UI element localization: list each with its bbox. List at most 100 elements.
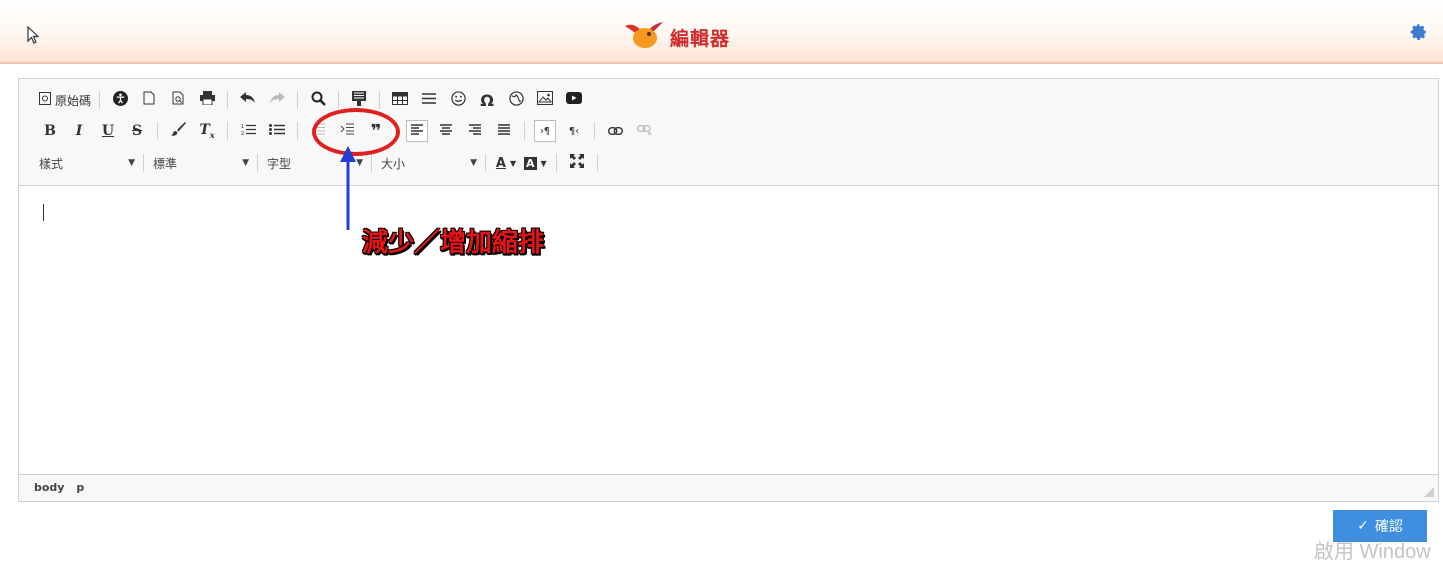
chevron-down-icon: ▼ xyxy=(509,158,517,168)
smiley-button[interactable] xyxy=(447,89,469,111)
preview-icon xyxy=(172,91,185,109)
toolbar-separator xyxy=(338,91,340,109)
print-button[interactable] xyxy=(196,89,218,111)
resize-grip-icon[interactable] xyxy=(1424,487,1434,497)
align-center-button[interactable] xyxy=(435,120,457,142)
italic-button[interactable]: I xyxy=(68,120,90,142)
maximize-button[interactable] xyxy=(566,152,588,174)
toolbar-separator xyxy=(524,122,525,140)
undo-button[interactable] xyxy=(237,89,259,111)
toolbar-separator xyxy=(555,154,557,172)
new-page-button[interactable] xyxy=(138,89,160,111)
special-char-button[interactable]: Ω xyxy=(476,89,498,111)
size-combo[interactable]: 大小 ▼ xyxy=(381,155,477,172)
search-icon xyxy=(311,91,326,110)
style-combo-label: 樣式 xyxy=(39,156,64,171)
align-center-icon xyxy=(440,123,452,139)
font-combo-label: 字型 xyxy=(267,156,292,171)
find-button[interactable] xyxy=(307,89,329,111)
copy-format-button[interactable] xyxy=(167,120,189,142)
editor-content-area[interactable] xyxy=(19,186,1438,474)
toolbar-separator xyxy=(371,154,372,172)
path-item-body[interactable]: body xyxy=(34,481,64,494)
path-item-p[interactable]: p xyxy=(76,481,84,494)
source-button[interactable]: 原始碼 xyxy=(39,89,91,111)
svg-text:2: 2 xyxy=(241,131,244,136)
justify-icon xyxy=(498,123,510,139)
mouse-cursor-icon xyxy=(27,25,40,48)
template-icon xyxy=(352,90,367,110)
toolbar-separator xyxy=(594,122,595,140)
unlink-button[interactable] xyxy=(633,120,655,142)
style-combo[interactable]: 樣式 ▼ xyxy=(39,155,135,172)
text-color-button[interactable]: A ▼ xyxy=(495,152,517,174)
link-button[interactable] xyxy=(604,120,626,142)
toolbar-separator xyxy=(227,91,229,109)
strikethrough-button[interactable]: S xyxy=(126,120,148,142)
toolbar-separator xyxy=(379,91,381,109)
activation-watermark: 啟用 Window xyxy=(1314,541,1431,563)
toolbar-separator xyxy=(297,91,299,109)
gear-icon[interactable] xyxy=(1410,23,1428,45)
paintbrush-icon xyxy=(170,122,186,140)
bird-logo-icon xyxy=(623,20,665,54)
numbered-list-button[interactable]: 12 xyxy=(237,120,259,142)
toolbar-row-3: 樣式 ▼ 標準 ▼ 字型 ▼ 大小 ▼ A ▼ A ▼ xyxy=(39,151,607,175)
toolbar-separator xyxy=(297,122,298,140)
toolbar-separator xyxy=(157,122,158,140)
toolbar-separator xyxy=(257,154,258,172)
ltr-button[interactable]: ›¶ xyxy=(534,120,556,142)
rtl-icon: ¶‹ xyxy=(568,125,580,137)
rtl-button[interactable]: ¶‹ xyxy=(563,120,585,142)
format-combo-label: 標準 xyxy=(153,156,178,171)
chevron-down-icon: ▼ xyxy=(540,158,547,168)
redo-icon xyxy=(269,92,286,108)
horizontal-rule-icon xyxy=(422,92,437,109)
image-icon xyxy=(537,91,554,109)
video-button[interactable] xyxy=(563,89,585,111)
format-combo[interactable]: 標準 ▼ xyxy=(153,155,249,172)
brand: 編輯器 xyxy=(623,20,730,54)
toolbar-separator xyxy=(143,154,144,172)
justify-button[interactable] xyxy=(493,120,515,142)
print-icon xyxy=(199,91,215,109)
rich-text-editor: 原始碼 Ω B I U S Tx 1 2 ❞ ›¶ ¶‹ 樣式 ▼ 標準 ▼ 字… xyxy=(18,78,1439,502)
align-left-button[interactable] xyxy=(406,120,428,142)
globe-icon xyxy=(508,90,524,110)
chevron-down-icon: ▼ xyxy=(242,158,249,168)
check-icon: ✓ xyxy=(1357,518,1369,534)
background-color-icon: A xyxy=(524,156,537,170)
align-right-button[interactable] xyxy=(464,120,486,142)
editor-toolbar: 原始碼 Ω B I U S Tx 1 2 ❞ ›¶ ¶‹ 樣式 ▼ 標準 ▼ 字… xyxy=(19,79,1438,186)
chevron-down-icon: ▼ xyxy=(470,158,477,168)
table-button[interactable] xyxy=(389,89,411,111)
chevron-down-icon: ▼ xyxy=(128,158,135,168)
accessibility-button[interactable] xyxy=(109,89,131,111)
clear-format-icon: Tx xyxy=(199,122,215,140)
underline-button[interactable]: U xyxy=(97,120,119,142)
accessibility-icon xyxy=(112,90,128,110)
size-combo-label: 大小 xyxy=(381,156,406,171)
youtube-icon xyxy=(566,92,583,108)
omega-icon: Ω xyxy=(480,90,494,110)
bulleted-list-icon xyxy=(269,123,285,140)
image-button[interactable] xyxy=(534,89,556,111)
toolbar-row-1: 原始碼 Ω xyxy=(39,88,592,112)
horizontal-rule-button[interactable] xyxy=(418,89,440,111)
confirm-label: 確認 xyxy=(1374,519,1403,535)
preview-button[interactable] xyxy=(167,89,189,111)
bold-button[interactable]: B xyxy=(39,120,61,142)
align-right-icon xyxy=(469,123,481,139)
background-color-button[interactable]: A ▼ xyxy=(524,152,547,174)
toolbar-separator xyxy=(227,122,228,140)
remove-format-button[interactable]: Tx xyxy=(196,120,218,142)
source-label: 原始碼 xyxy=(55,93,92,108)
iframe-button[interactable] xyxy=(505,89,527,111)
page-icon xyxy=(143,91,155,109)
bulleted-list-button[interactable] xyxy=(266,120,288,142)
ltr-icon: ›¶ xyxy=(539,125,551,137)
table-icon xyxy=(392,91,409,109)
source-icon xyxy=(39,92,51,108)
maximize-icon xyxy=(569,154,584,172)
redo-button[interactable] xyxy=(266,89,288,111)
